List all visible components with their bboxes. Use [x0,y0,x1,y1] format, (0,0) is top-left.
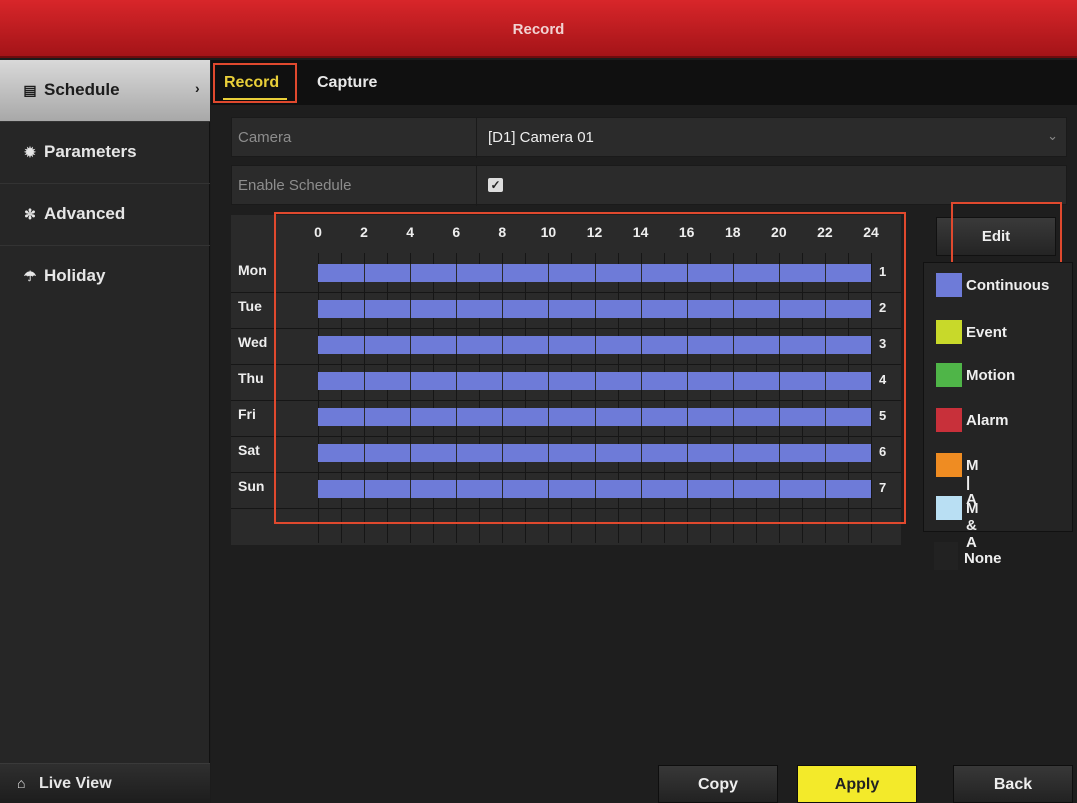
row-divider [476,166,477,206]
copy-button[interactable]: Copy [658,765,778,803]
title-bar: Record [0,0,1077,58]
day-label: Sat [238,442,260,458]
sidebar-item-parameters[interactable]: ✹ Parameters [0,122,210,184]
legend-swatch [936,363,962,387]
window-title: Record [512,21,565,38]
legend-swatch [936,496,962,520]
camera-row: Camera [D1] Camera 01 ⌄ [231,117,1067,158]
row-divider [476,118,477,158]
camera-label: Camera [238,129,292,146]
umbrella-icon: ☂ [23,268,37,284]
legend-swatch [936,408,962,432]
live-view-label: Live View [39,775,112,792]
legend-swatch [936,273,962,297]
chevron-right-icon: › [195,80,200,96]
home-icon: ⌂ [17,775,26,791]
day-label: Fri [238,406,256,422]
legend-swatch [936,320,962,344]
highlight-box-record-tab [213,63,297,103]
legend-swatch [934,542,958,570]
tab-bar: Record Capture [211,60,1077,105]
legend: Continuous Event Motion Alarm M | A M & … [923,262,1073,551]
gear-icon: ✹ [24,144,36,160]
legend-label: Motion [966,367,1016,384]
legend-label: Continuous [966,277,1050,294]
camera-select[interactable]: [D1] Camera 01 [488,129,594,146]
chevron-down-icon[interactable]: ⌄ [1047,128,1058,144]
sidebar-item-label: Holiday [44,266,106,285]
apply-button[interactable]: Apply [797,765,917,803]
enable-schedule-row: Enable Schedule ✓ [231,165,1067,206]
record-window: Record ▤ Schedule › ✹ Parameters ✼ Advan… [0,0,1077,803]
schedule-icon: ▤ [23,82,37,98]
enable-schedule-checkbox[interactable]: ✓ [488,178,503,192]
advanced-icon: ✼ [24,206,36,222]
back-button[interactable]: Back [953,765,1073,803]
day-label: Tue [238,298,262,314]
live-view-button[interactable]: ⌂ Live View [0,763,210,803]
legend-label: Event [966,324,1007,341]
legend-swatch [936,453,962,477]
legend-label: None [964,550,1002,567]
sidebar-item-label: Parameters [44,142,137,161]
day-label: Sun [238,478,265,494]
sidebar-item-holiday[interactable]: ☂ Holiday [0,246,210,308]
day-label: Mon [238,262,267,278]
sidebar-item-label: Schedule [44,80,120,99]
sidebar: ▤ Schedule › ✹ Parameters ✼ Advanced ☂ H… [0,60,210,803]
day-label: Thu [238,370,264,386]
sidebar-item-label: Advanced [44,204,126,223]
main-panel: Record Capture Camera [D1] Camera 01 ⌄ E… [211,60,1077,803]
legend-label: Alarm [966,412,1009,429]
sidebar-item-schedule[interactable]: ▤ Schedule › [0,60,210,122]
highlight-box-schedule [274,212,906,524]
legend-none[interactable]: None [934,542,1064,576]
tab-capture[interactable]: Capture [317,74,377,92]
highlight-box-edit [951,202,1062,267]
sidebar-item-advanced[interactable]: ✼ Advanced [0,184,210,246]
enable-schedule-label: Enable Schedule [238,177,352,194]
day-label: Wed [238,334,268,350]
